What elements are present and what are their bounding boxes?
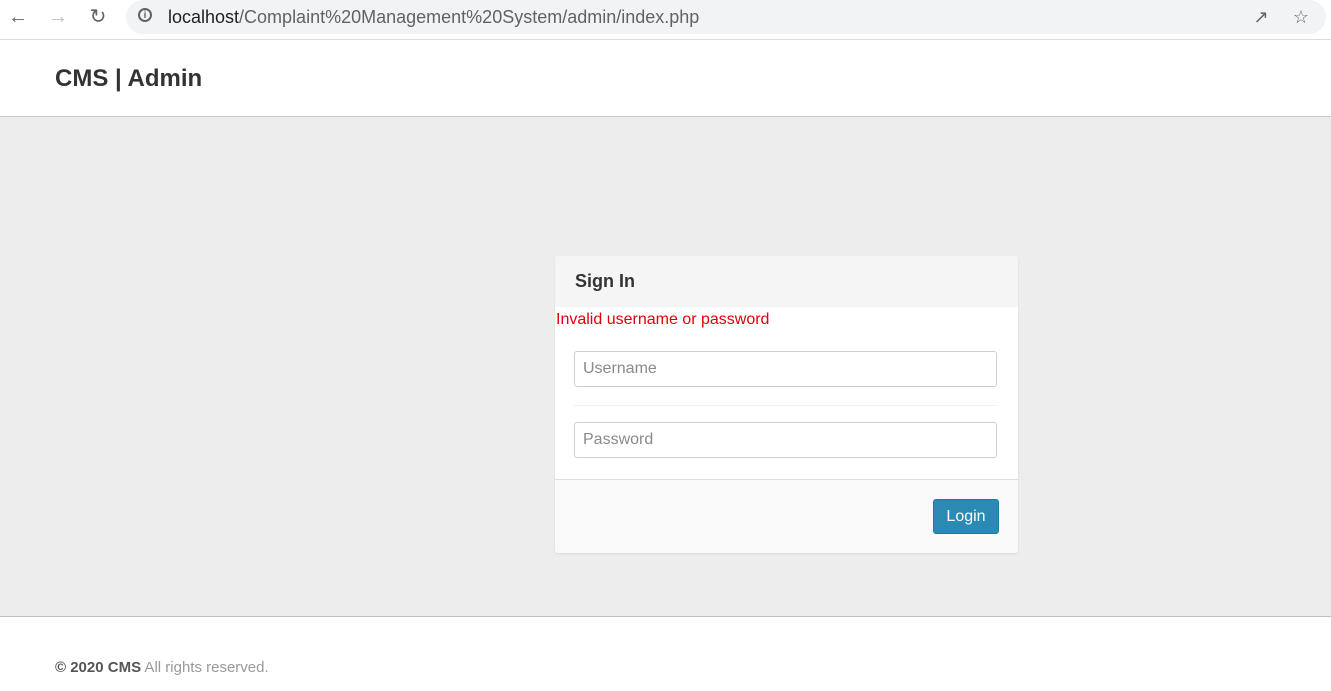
copyright-text: All rights reserved. [141,659,269,676]
password-input[interactable] [574,422,997,458]
site-header: CMS | Admin [0,41,1331,117]
info-icon[interactable]: i [138,8,152,22]
reload-icon[interactable]: ↻ [85,6,111,28]
brand-link[interactable]: CMS | Admin [55,65,202,93]
login-button[interactable]: Login [933,499,999,534]
url-host: localhost [168,7,240,27]
error-message: Invalid username or password [556,311,770,328]
copyright: © 2020 CMS All rights reserved. [55,659,269,676]
url-text[interactable]: localhost/Complaint%20Management%20Syste… [168,6,699,28]
login-panel: Sign In Invalid username or password Log… [555,256,1018,553]
share-icon[interactable]: ↗ [1250,6,1272,28]
url-path: /Complaint%20Management%20System/admin/i… [239,7,700,27]
forward-icon[interactable]: → [45,6,71,28]
address-bar[interactable]: i localhost/Complaint%20Management%20Sys… [126,0,1326,34]
main-content: Sign In Invalid username or password Log… [0,117,1331,617]
panel-title: Sign In [575,271,635,291]
browser-toolbar: ← → ↻ i localhost/Complaint%20Management… [0,0,1331,40]
bookmark-star-icon[interactable]: ☆ [1290,6,1312,28]
panel-footer: Login [555,479,1018,553]
panel-header: Sign In [555,256,1018,307]
site-footer: © 2020 CMS All rights reserved. [0,618,1331,691]
divider [574,405,998,406]
copyright-brand: © 2020 CMS [55,659,142,676]
username-input[interactable] [574,351,997,387]
back-icon[interactable]: ← [5,6,31,28]
